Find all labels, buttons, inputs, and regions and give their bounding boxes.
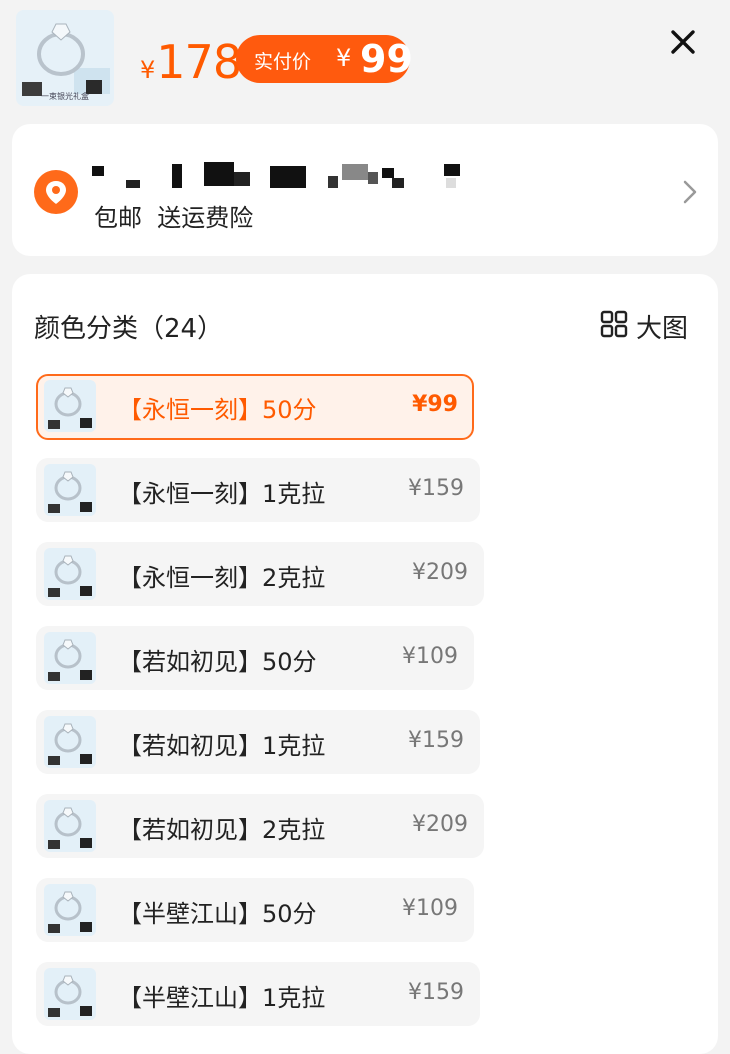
variant-thumbnail	[44, 968, 96, 1020]
variant-price: ¥159	[408, 980, 464, 1005]
variant-price: ¥109	[402, 644, 458, 669]
variant-price: ¥109	[402, 896, 458, 921]
section-title: 颜色分类（24）	[34, 314, 224, 344]
actual-price-value: 99	[360, 37, 413, 81]
variant-price: ¥159	[408, 476, 464, 501]
variant-option[interactable]: 【半壁江山】1克拉 ¥159	[36, 962, 480, 1026]
header: 一束银光礼盒 ¥178 实付价 ¥ 99	[0, 0, 730, 118]
variant-name: 【半壁江山】50分	[118, 900, 317, 928]
location-pin-icon	[34, 170, 78, 214]
actual-price-label: 实付价	[254, 51, 312, 73]
variant-thumbnail	[44, 716, 96, 768]
variant-name: 【若如初见】1克拉	[118, 732, 326, 760]
actual-price-badge: 实付价 ¥ 99	[236, 35, 413, 83]
shipping-tags: 包邮 送运费险	[94, 204, 254, 232]
variant-option[interactable]: 【若如初见】50分 ¥109	[36, 626, 474, 690]
currency-symbol: ¥	[140, 56, 155, 84]
variant-option[interactable]: 【若如初见】2克拉 ¥209	[36, 794, 484, 858]
variant-thumbnail	[44, 380, 96, 432]
variant-option[interactable]: 【永恒一刻】2克拉 ¥209	[36, 542, 484, 606]
grid-icon	[600, 310, 628, 338]
variant-thumbnail	[44, 548, 96, 600]
variant-name: 【半壁江山】1克拉	[118, 984, 326, 1012]
variant-price: ¥209	[412, 812, 468, 837]
variant-name: 【永恒一刻】2克拉	[118, 564, 326, 592]
close-icon	[671, 30, 695, 54]
variant-option[interactable]: 【永恒一刻】1克拉 ¥159	[36, 458, 480, 522]
thumbnail-caption: 一束银光礼盒	[41, 92, 89, 101]
variant-name: 【永恒一刻】1克拉	[118, 480, 326, 508]
variant-name: 【永恒一刻】50分	[118, 396, 317, 424]
variant-panel: 颜色分类（24） 大图 【永恒一刻】50分 ¥99 【永恒一刻】1克拉 ¥159…	[12, 274, 718, 1054]
close-button[interactable]	[665, 24, 701, 60]
variant-option[interactable]: 【若如初见】1克拉 ¥159	[36, 710, 480, 774]
big-view-label: 大图	[636, 314, 689, 344]
address-card[interactable]: 包邮 送运费险	[12, 124, 718, 256]
variant-price: ¥209	[412, 560, 468, 585]
product-thumbnail[interactable]: 一束银光礼盒	[16, 10, 114, 106]
variant-price: ¥159	[408, 728, 464, 753]
variant-name: 【若如初见】50分	[118, 648, 317, 676]
variant-thumbnail	[44, 632, 96, 684]
redacted-address	[92, 160, 472, 190]
variant-thumbnail	[44, 800, 96, 852]
variant-thumbnail	[44, 464, 96, 516]
chevron-right-icon	[680, 178, 700, 206]
original-price-value: 178	[156, 35, 242, 89]
variant-option[interactable]: 【永恒一刻】50分 ¥99	[36, 374, 474, 440]
variant-thumbnail	[44, 884, 96, 936]
actual-price-currency: ¥	[336, 44, 352, 72]
variant-name: 【若如初见】2克拉	[118, 816, 326, 844]
variant-option[interactable]: 【半壁江山】50分 ¥109	[36, 878, 474, 942]
original-price: ¥178	[140, 35, 242, 96]
variant-price: ¥99	[412, 392, 458, 417]
